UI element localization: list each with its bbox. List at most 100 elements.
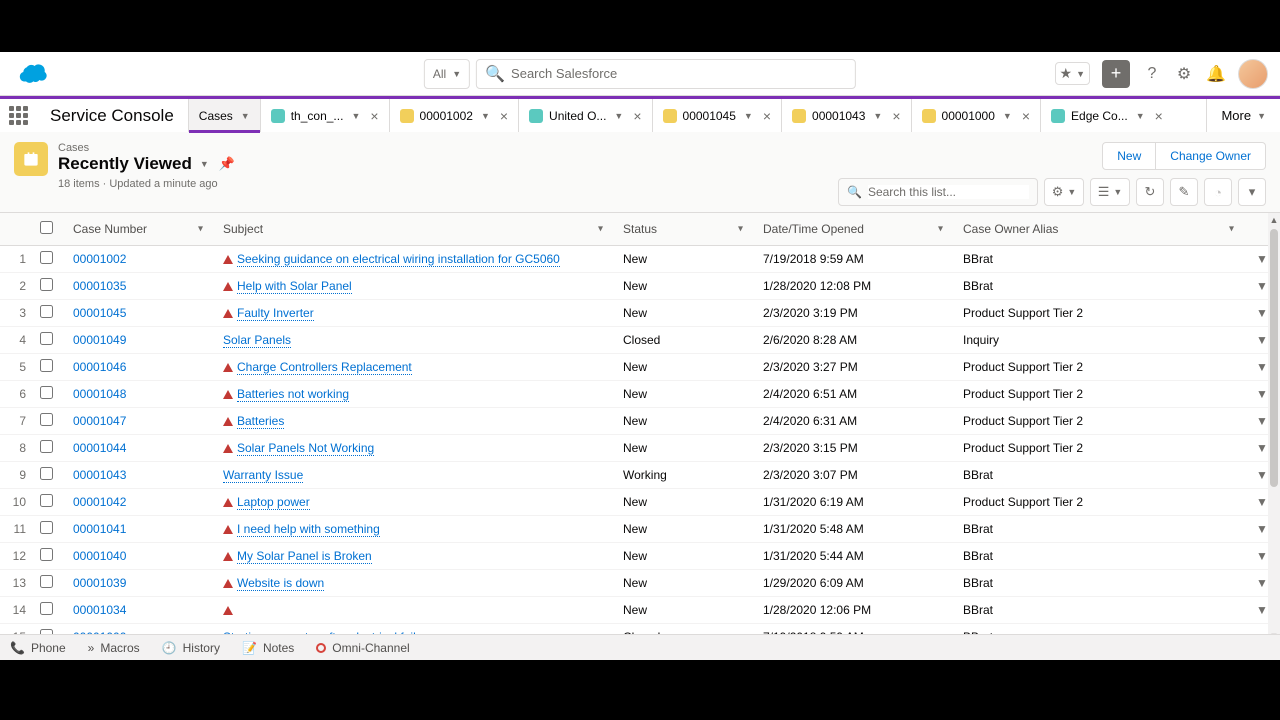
row-checkbox[interactable] [40, 440, 53, 453]
workspace-tab[interactable]: 00001000 ▼ × [911, 99, 1041, 132]
row-checkbox[interactable] [40, 386, 53, 399]
setup-button[interactable]: ⚙ [1174, 64, 1194, 84]
col-owner[interactable]: Case Owner Alias▾ [953, 213, 1244, 246]
case-number-link[interactable]: 00001046 [73, 360, 126, 374]
row-checkbox[interactable] [40, 575, 53, 588]
filter-button[interactable]: ▾ [1238, 178, 1266, 206]
subject-link[interactable]: Batteries [237, 414, 284, 429]
favorites-button[interactable]: ★ ▼ [1055, 62, 1090, 85]
row-checkbox[interactable] [40, 494, 53, 507]
subject-link[interactable]: Laptop power [237, 495, 310, 510]
subject-link[interactable]: Solar Panels [223, 333, 291, 348]
list-view-picker[interactable]: Recently Viewed ▼ 📌 [58, 154, 838, 174]
case-number-link[interactable]: 00001040 [73, 549, 126, 563]
notifications-button[interactable]: 🔔 [1206, 64, 1226, 84]
workspace-tab[interactable]: United O... ▼ × [518, 99, 651, 132]
case-number-link[interactable]: 00001043 [73, 468, 126, 482]
list-search-input[interactable] [868, 185, 1029, 199]
row-checkbox[interactable] [40, 278, 53, 291]
search-box[interactable]: 🔍 [476, 59, 856, 89]
close-icon[interactable]: × [1022, 108, 1030, 124]
edit-list-button[interactable]: ✎ [1170, 178, 1198, 206]
utility-notes[interactable]: 📝Notes [242, 641, 294, 655]
col-status[interactable]: Status▾ [613, 213, 753, 246]
row-checkbox[interactable] [40, 521, 53, 534]
row-select[interactable] [30, 381, 63, 408]
row-checkbox[interactable] [40, 332, 53, 345]
utility-phone[interactable]: 📞Phone [10, 641, 66, 655]
row-select[interactable] [30, 246, 63, 273]
case-number-link[interactable]: 00001039 [73, 576, 126, 590]
search-input[interactable] [511, 66, 847, 81]
row-checkbox[interactable] [40, 251, 53, 264]
global-actions-button[interactable]: + [1102, 60, 1130, 88]
search-scope-picker[interactable]: All ▼ [424, 59, 470, 89]
row-checkbox[interactable] [40, 413, 53, 426]
row-checkbox[interactable] [40, 305, 53, 318]
row-checkbox[interactable] [40, 548, 53, 561]
chevron-down-icon[interactable]: ▼ [873, 111, 882, 121]
case-number-link[interactable]: 00001035 [73, 279, 126, 293]
tab-cases[interactable]: Cases ▼ [188, 99, 260, 132]
help-button[interactable]: ? [1142, 64, 1162, 84]
col-subject[interactable]: Subject▾ [213, 213, 613, 246]
select-all-checkbox[interactable] [40, 221, 53, 234]
workspace-tab[interactable]: Edge Co... ▼ × [1040, 99, 1173, 132]
user-avatar[interactable] [1238, 59, 1268, 89]
col-opened[interactable]: Date/Time Opened▾ [753, 213, 953, 246]
row-select[interactable] [30, 435, 63, 462]
case-number-link[interactable]: 00001047 [73, 414, 126, 428]
col-case-number[interactable]: Case Number▾ [63, 213, 213, 246]
utility-macros[interactable]: »Macros [88, 641, 140, 655]
subject-link[interactable]: Help with Solar Panel [237, 279, 352, 294]
chevron-down-icon[interactable]: ▼ [1136, 111, 1145, 121]
chevron-down-icon[interactable]: ▼ [614, 111, 623, 121]
workspace-tab[interactable]: th_con_... ▼ × [260, 99, 389, 132]
scroll-thumb[interactable] [1270, 229, 1278, 487]
row-select[interactable] [30, 543, 63, 570]
close-icon[interactable]: × [1155, 108, 1163, 124]
row-select[interactable] [30, 300, 63, 327]
chevron-down-icon[interactable]: ▼ [241, 111, 250, 121]
subject-link[interactable]: Faulty Inverter [237, 306, 314, 321]
close-icon[interactable]: × [892, 108, 900, 124]
scroll-up-arrow[interactable]: ▲ [1268, 213, 1280, 227]
workspace-tab[interactable]: 00001002 ▼ × [389, 99, 519, 132]
case-number-link[interactable]: 00001048 [73, 387, 126, 401]
refresh-button[interactable]: ↻ [1136, 178, 1164, 206]
close-icon[interactable]: × [370, 108, 378, 124]
case-number-link[interactable]: 00001042 [73, 495, 126, 509]
app-launcher-button[interactable] [0, 99, 36, 132]
row-select[interactable] [30, 597, 63, 624]
workspace-tab[interactable]: 00001043 ▼ × [781, 99, 911, 132]
chevron-down-icon[interactable]: ▼ [351, 111, 360, 121]
case-number-link[interactable]: 00001034 [73, 603, 126, 617]
row-select[interactable] [30, 273, 63, 300]
row-select[interactable] [30, 408, 63, 435]
list-search[interactable]: 🔍 [838, 178, 1038, 206]
workspace-tab[interactable]: 00001045 ▼ × [652, 99, 782, 132]
pin-icon[interactable]: 📌 [219, 156, 235, 172]
subject-link[interactable]: I need help with something [237, 522, 380, 537]
subject-link[interactable]: Seeking guidance on electrical wiring in… [237, 252, 560, 267]
vertical-scrollbar[interactable]: ▲ ▼ [1268, 213, 1280, 643]
tabs-more-button[interactable]: More ▼ [1206, 99, 1280, 132]
subject-link[interactable]: Charge Controllers Replacement [237, 360, 412, 375]
utility-history[interactable]: 🕘History [162, 641, 220, 655]
change-owner-button[interactable]: Change Owner [1156, 142, 1266, 170]
chevron-down-icon[interactable]: ▼ [1003, 111, 1012, 121]
row-select[interactable] [30, 570, 63, 597]
row-select[interactable] [30, 462, 63, 489]
subject-link[interactable]: Batteries not working [237, 387, 349, 402]
row-select[interactable] [30, 354, 63, 381]
col-select-all[interactable] [30, 213, 63, 246]
utility-omni-channel[interactable]: Omni-Channel [316, 641, 409, 655]
subject-link[interactable]: My Solar Panel is Broken [237, 549, 372, 564]
list-view-controls-button[interactable]: ⚙▼ [1044, 178, 1084, 206]
chevron-down-icon[interactable]: ▼ [481, 111, 490, 121]
new-button[interactable]: New [1102, 142, 1156, 170]
row-select[interactable] [30, 327, 63, 354]
case-number-link[interactable]: 00001002 [73, 252, 126, 266]
case-number-link[interactable]: 00001045 [73, 306, 126, 320]
row-checkbox[interactable] [40, 359, 53, 372]
